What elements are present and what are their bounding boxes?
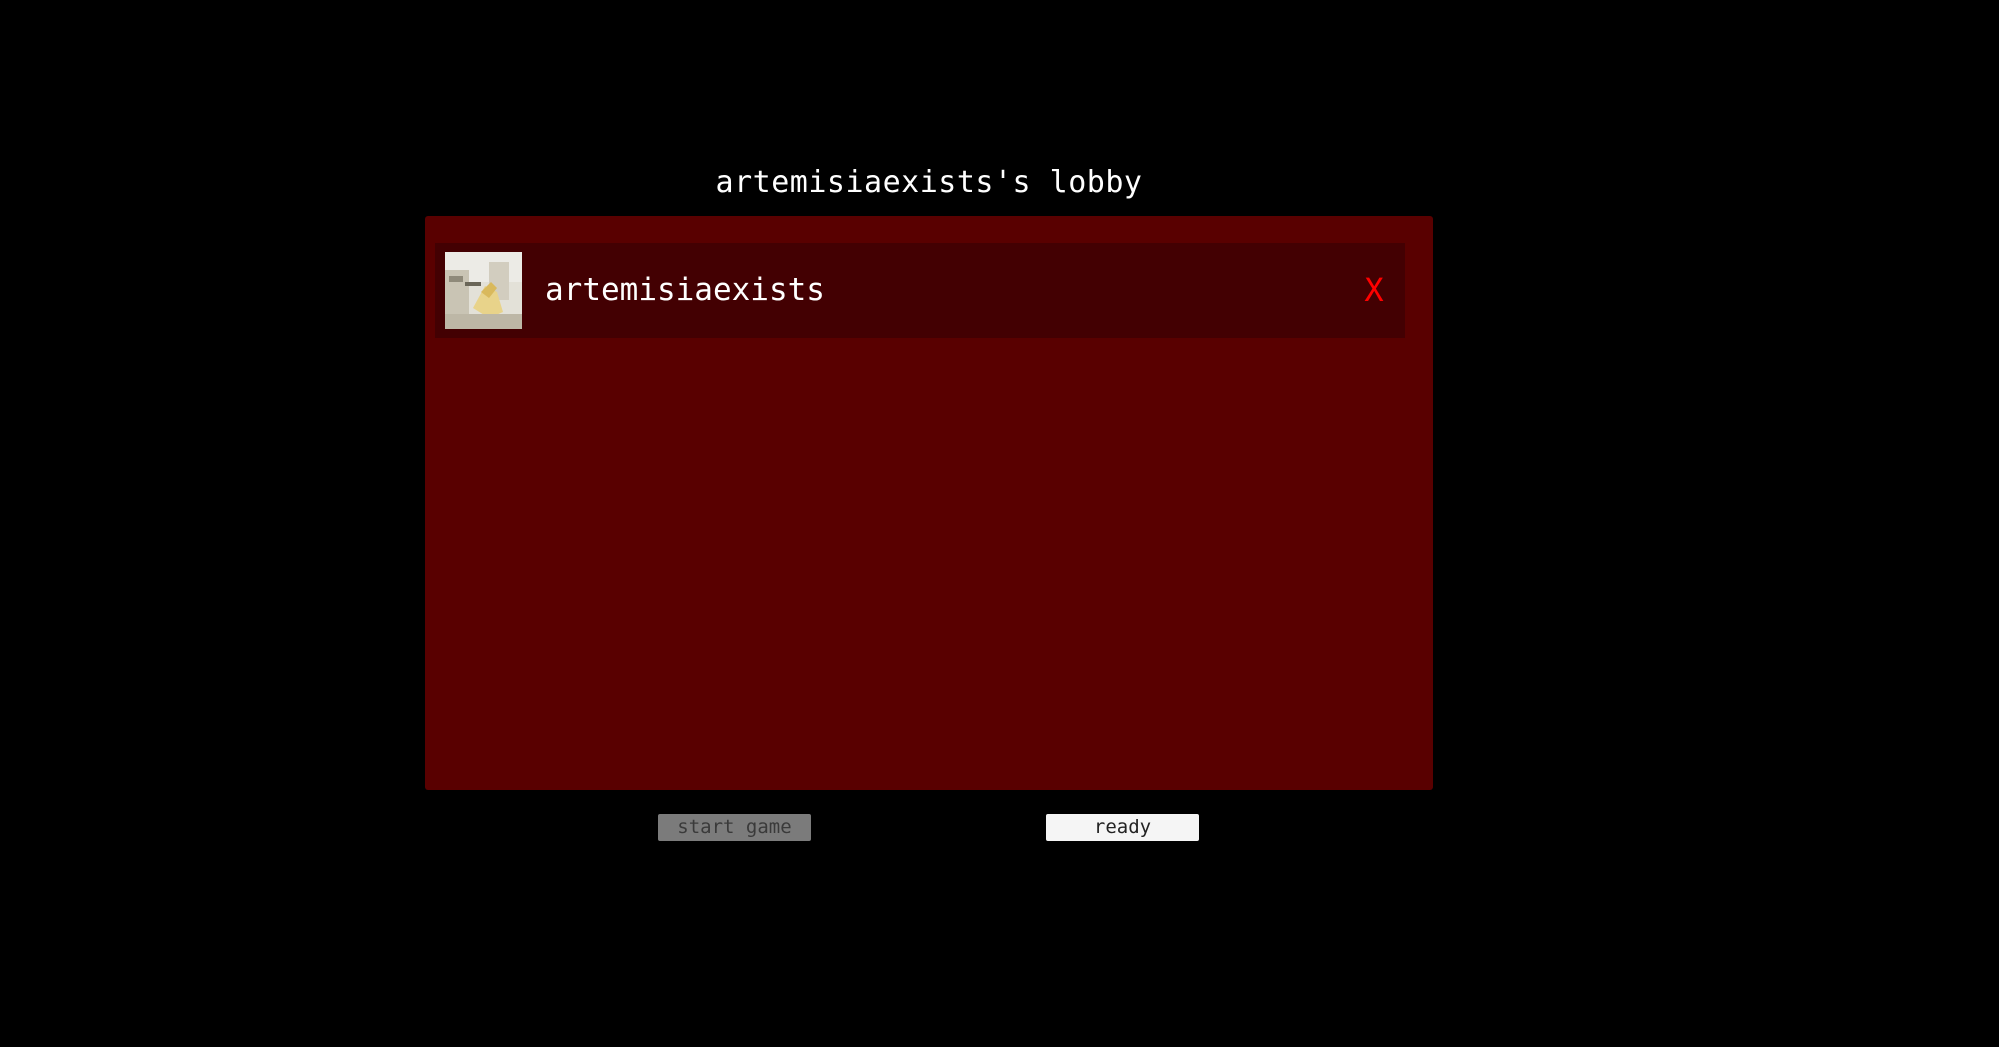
player-list-panel: artemisiaexists X (425, 216, 1433, 790)
ready-button[interactable]: ready (1046, 814, 1199, 841)
player-avatar-icon (445, 252, 522, 329)
lobby-title: artemisiaexists's lobby (715, 165, 1143, 200)
kick-player-button[interactable]: X (1361, 268, 1387, 312)
player-name: artemisiaexists (545, 272, 825, 308)
start-game-button[interactable]: start game (658, 814, 811, 841)
lobby-screen: artemisiaexists's lobby artemisiaexists … (0, 0, 1999, 1047)
player-row: artemisiaexists X (435, 243, 1405, 338)
